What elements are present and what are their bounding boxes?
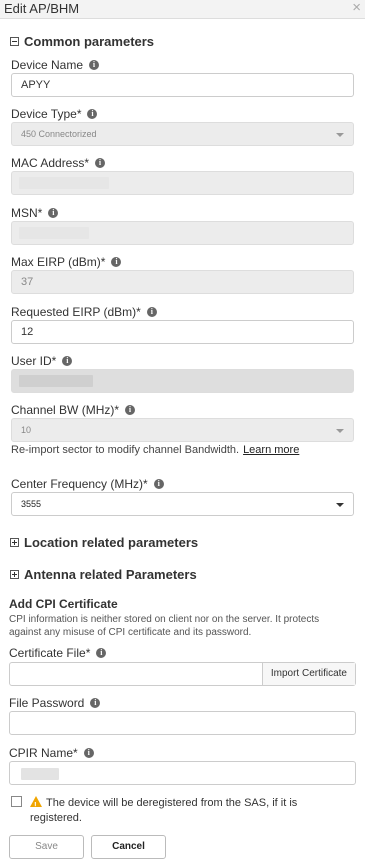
section-common-parameters[interactable]: Common parameters [10, 34, 154, 49]
redacted-value [19, 375, 93, 387]
info-icon[interactable]: i [153, 479, 164, 489]
info-icon[interactable]: i [83, 748, 94, 758]
center-frequency-label-text: Center Frequency (MHz)* [11, 477, 148, 491]
user-id-label-text: User ID* [11, 354, 57, 368]
section-antenna-title: Antenna related Parameters [24, 567, 197, 582]
save-button[interactable]: Save [9, 835, 84, 859]
section-antenna-parameters[interactable]: Antenna related Parameters [10, 567, 197, 582]
info-icon[interactable]: i [62, 356, 73, 366]
max-eirp-label-text: Max EIRP (dBm)* [11, 255, 106, 269]
msn-label-text: MSN* [11, 206, 43, 220]
requested-eirp-value: 12 [21, 326, 34, 338]
info-icon[interactable]: i [48, 208, 59, 218]
center-frequency-value: 3555 [21, 499, 42, 509]
requested-eirp-label: Requested EIRP (dBm)* i [11, 305, 157, 319]
info-icon[interactable]: i [95, 158, 106, 168]
user-id-label: User ID* i [11, 354, 73, 368]
device-name-input[interactable]: APYY [11, 73, 354, 97]
info-icon[interactable]: i [125, 405, 136, 415]
file-password-label-text: File Password [9, 696, 85, 710]
deregister-checkbox[interactable] [11, 796, 22, 807]
cpir-name-input[interactable] [9, 761, 356, 785]
max-eirp-label: Max EIRP (dBm)* i [11, 255, 122, 269]
requested-eirp-label-text: Requested EIRP (dBm)* [11, 305, 141, 319]
mac-address-label-text: MAC Address* [11, 156, 90, 170]
center-frequency-label: Center Frequency (MHz)* i [11, 477, 164, 491]
dialog-titlebar: Edit AP/BHM × [0, 0, 365, 19]
chevron-down-icon [336, 133, 344, 137]
msn-label: MSN* i [11, 206, 59, 220]
dialog-title: Edit AP/BHM [4, 1, 80, 16]
section-location-parameters[interactable]: Location related parameters [10, 535, 198, 550]
section-common-title: Common parameters [24, 34, 155, 49]
certificate-file-label-text: Certificate File* [9, 646, 91, 660]
channel-bw-label-text: Channel BW (MHz)* [11, 403, 120, 417]
mac-address-label: MAC Address* i [11, 156, 106, 170]
device-name-label: Device Name i [11, 58, 100, 72]
user-id-field [11, 369, 354, 393]
device-type-label: Device Type* i [11, 107, 98, 121]
cpir-name-label-text: CPIR Name* [9, 746, 78, 760]
device-type-select: 450 Connectorized [11, 122, 354, 146]
cpi-description: CPI information is neither stored on cli… [9, 614, 320, 638]
certificate-file-input[interactable]: Import Certificate [9, 662, 356, 686]
max-eirp-value: 37 [21, 276, 34, 288]
msn-field [11, 221, 354, 245]
expand-icon[interactable] [10, 538, 19, 547]
info-icon[interactable]: i [87, 109, 98, 119]
file-password-input[interactable] [9, 711, 356, 735]
channel-bw-hint: Re-import sector to modify channel Bandw… [11, 444, 299, 456]
info-icon[interactable]: i [90, 698, 101, 708]
device-type-value: 450 Connectorized [21, 129, 97, 139]
learn-more-link[interactable]: Learn more [243, 444, 299, 456]
info-icon[interactable]: i [111, 257, 122, 267]
cpir-name-label: CPIR Name* i [9, 746, 94, 760]
chevron-down-icon [336, 503, 344, 507]
warning-icon: ! [30, 796, 42, 810]
import-certificate-button[interactable]: Import Certificate [261, 663, 355, 685]
channel-bw-value: 10 [21, 425, 32, 435]
warning-text: The device will be deregistered from the… [30, 797, 298, 824]
chevron-down-icon [336, 429, 344, 433]
redacted-value [19, 227, 89, 239]
file-password-label: File Password i [9, 696, 101, 710]
redacted-value [21, 768, 59, 780]
info-icon[interactable]: i [146, 307, 157, 317]
device-type-label-text: Device Type* [11, 107, 82, 121]
channel-bw-hint-text: Re-import sector to modify channel Bandw… [11, 444, 240, 456]
redacted-value [19, 177, 109, 189]
close-icon[interactable]: × [352, 0, 361, 16]
max-eirp-field: 37 [11, 270, 354, 294]
deregister-warning: ! The device will be deregistered from th… [30, 796, 348, 826]
mac-address-field [11, 171, 354, 195]
channel-bw-select: 10 [11, 418, 354, 442]
section-location-title: Location related parameters [24, 535, 199, 550]
info-icon[interactable]: i [89, 60, 100, 70]
device-name-value: APYY [21, 79, 51, 91]
cancel-button[interactable]: Cancel [91, 835, 166, 859]
cpi-title: Add CPI Certificate [9, 597, 118, 611]
certificate-file-label: Certificate File* i [9, 646, 107, 660]
requested-eirp-input[interactable]: 12 [11, 320, 354, 344]
expand-icon[interactable] [10, 570, 19, 579]
collapse-icon[interactable] [10, 37, 19, 46]
info-icon[interactable]: i [96, 648, 107, 658]
center-frequency-select[interactable]: 3555 [11, 492, 354, 516]
device-name-label-text: Device Name [11, 58, 84, 72]
channel-bw-label: Channel BW (MHz)* i [11, 403, 136, 417]
